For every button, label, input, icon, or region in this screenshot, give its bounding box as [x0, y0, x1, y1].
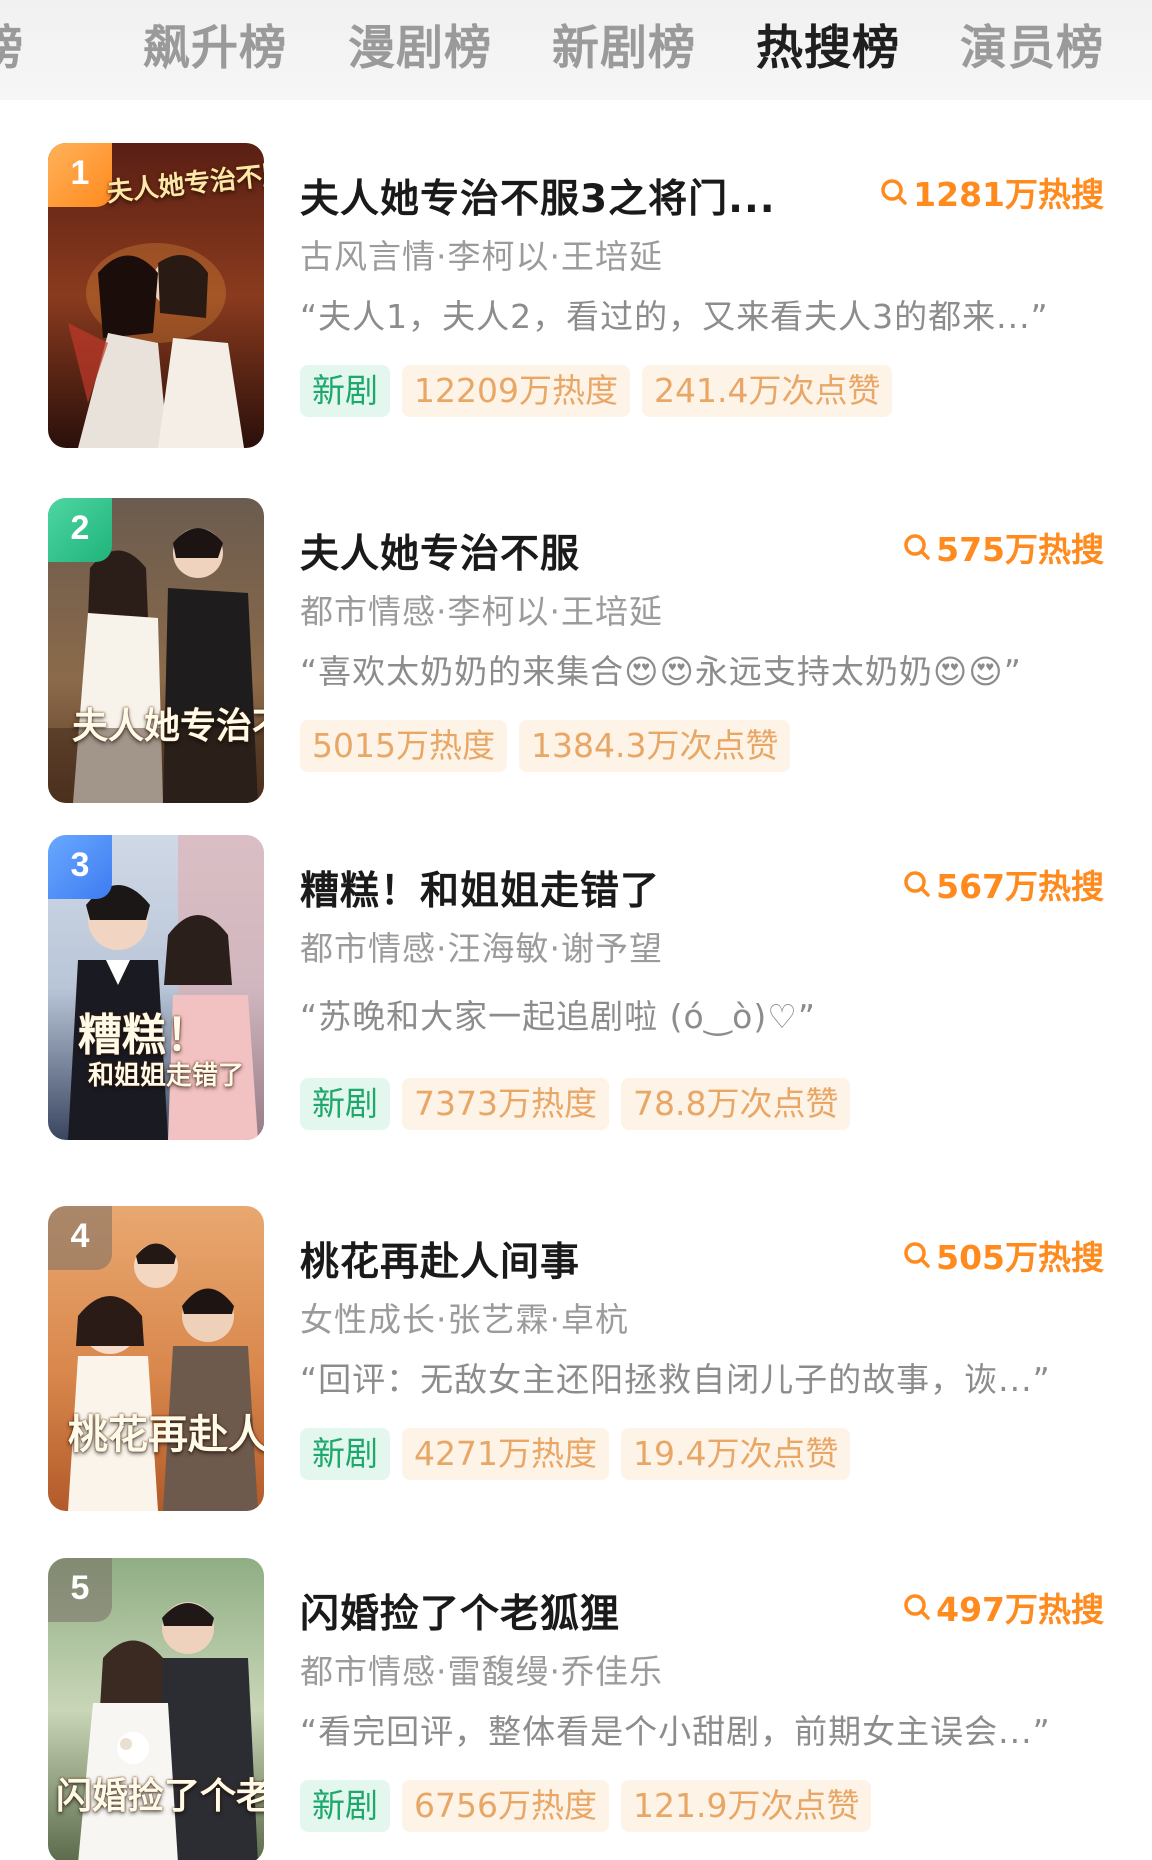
list-item[interactable]: 3 糟糕！ 和姐姐走错了 糟糕！和姐姐走错了 567万热搜 都市情感·汪海敏·谢…: [0, 832, 1152, 1152]
search-icon: [881, 179, 907, 205]
heat-tag: 5015万热度: [300, 720, 507, 772]
ranking-tabs: 播榜 飙升榜 漫剧榜 新剧榜 热搜榜 演员榜: [0, 0, 1152, 100]
tab-comic-drama[interactable]: 漫剧榜: [348, 14, 492, 84]
rank-badge: 3: [48, 835, 112, 899]
hot-search-text: 505万热搜: [936, 1238, 1104, 1277]
heat-tag: 4271万热度: [402, 1428, 609, 1480]
hot-search-count: 575万热搜: [902, 525, 1104, 569]
poster-title: 糟糕！: [78, 1010, 210, 1061]
poster-title: 闪婚捡了个老狐狸: [56, 1775, 264, 1817]
poster-title: 夫人她专治不服: [72, 705, 264, 747]
review-quote: “喜欢太奶奶的来集合😍😍永远支持太奶奶😍😍”: [300, 652, 1022, 691]
tab-hot-search[interactable]: 热搜榜: [756, 14, 900, 84]
rank-badge: 5: [48, 1558, 112, 1622]
likes-tag: 121.9万次点赞: [620, 1780, 872, 1832]
rank-badge: 4: [48, 1206, 112, 1270]
rank-badge: 2: [48, 498, 112, 562]
ranking-list: 1 夫人她专治不服3之将门捉婿 夫人她专治不服3之将门... 1281万热搜 古…: [0, 100, 1152, 1860]
drama-meta: 都市情感·雷馥缦·乔佳乐: [300, 1652, 663, 1691]
drama-title[interactable]: 桃花再赴人间事: [300, 1231, 580, 1287]
list-item[interactable]: 2 夫人她专治不服 夫人她专治不服 575万热搜 都市情感·李柯以·王培延 “喜…: [0, 495, 1152, 815]
new-drama-tag: 新剧: [300, 1780, 390, 1832]
poster-image[interactable]: 4 桃花再赴人间事: [48, 1206, 264, 1511]
list-item[interactable]: 1 夫人她专治不服3之将门捉婿 夫人她专治不服3之将门... 1281万热搜 古…: [0, 140, 1152, 460]
search-icon: [904, 534, 930, 560]
tag-row: 新剧 7373万热度 78.8万次点赞: [300, 1078, 851, 1130]
hot-search-text: 567万热搜: [936, 867, 1104, 906]
likes-tag: 78.8万次点赞: [620, 1078, 851, 1130]
poster-image[interactable]: 3 糟糕！ 和姐姐走错了: [48, 835, 264, 1140]
list-item[interactable]: 5 闪婚捡了个老狐狸 闪婚捡了个老狐狸 497万热搜 都市情感·雷馥缦·乔佳乐 …: [0, 1555, 1152, 1860]
new-drama-tag: 新剧: [300, 1078, 390, 1130]
drama-meta: 都市情感·汪海敏·谢予望: [300, 929, 663, 968]
hot-search-count: 505万热搜: [902, 1233, 1104, 1277]
drama-meta: 古风言情·李柯以·王培延: [300, 237, 663, 276]
heat-tag: 6756万热度: [402, 1780, 609, 1832]
review-quote: “看完回评，整体看是个小甜剧，前期女主误会...”: [300, 1712, 1051, 1751]
drama-title[interactable]: 闪婚捡了个老狐狸: [300, 1583, 620, 1639]
new-drama-tag: 新剧: [300, 365, 390, 417]
tag-row: 新剧 6756万热度 121.9万次点赞: [300, 1780, 872, 1832]
poster-image[interactable]: 5 闪婚捡了个老狐狸: [48, 1558, 264, 1860]
drama-title[interactable]: 糟糕！和姐姐走错了: [300, 860, 660, 916]
heat-tag: 7373万热度: [402, 1078, 609, 1130]
new-drama-tag: 新剧: [300, 1428, 390, 1480]
hot-search-text: 1281万热搜: [913, 175, 1104, 214]
likes-tag: 1384.3万次点赞: [518, 720, 791, 772]
drama-title[interactable]: 夫人她专治不服: [300, 523, 580, 579]
poster-title: 桃花再赴人间事: [68, 1411, 264, 1458]
heat-tag: 12209万热度: [402, 365, 630, 417]
search-icon: [904, 1594, 930, 1620]
drama-title[interactable]: 夫人她专治不服3之将门...: [300, 168, 776, 224]
list-item[interactable]: 4 桃花再赴人间事 桃花再赴人间事 505万热搜 女性成长·张艺霖·卓杭 “回评…: [0, 1203, 1152, 1523]
tab-new-drama[interactable]: 新剧榜: [552, 14, 696, 84]
hot-search-text: 575万热搜: [936, 530, 1104, 569]
review-quote: “夫人1，夫人2，看过的，又来看夫人3的都来...”: [300, 297, 1049, 336]
review-quote: “苏晚和大家一起追剧啦 (ó‿ò)♡”: [300, 997, 816, 1036]
tag-row: 新剧 12209万热度 241.4万次点赞: [300, 365, 893, 417]
rank-badge: 1: [48, 143, 112, 207]
poster-image[interactable]: 1 夫人她专治不服3之将门捉婿: [48, 143, 264, 448]
search-icon: [904, 871, 930, 897]
likes-tag: 241.4万次点赞: [641, 365, 893, 417]
hot-search-count: 1281万热搜: [879, 170, 1104, 214]
review-quote: “回评：无敌女主还阳拯救自闭儿子的故事，诙...”: [300, 1360, 1051, 1399]
tab-soaring[interactable]: 飙升榜: [143, 14, 287, 84]
hot-search-count: 497万热搜: [902, 1585, 1104, 1629]
drama-meta: 都市情感·李柯以·王培延: [300, 592, 663, 631]
tag-row: 新剧 4271万热度 19.4万次点赞: [300, 1428, 851, 1480]
poster-image[interactable]: 2 夫人她专治不服: [48, 498, 264, 803]
hot-search-text: 497万热搜: [936, 1590, 1104, 1629]
tab-partial[interactable]: 播榜: [0, 14, 24, 84]
ranking-page: 播榜 飙升榜 漫剧榜 新剧榜 热搜榜 演员榜: [0, 0, 1152, 1860]
drama-meta: 女性成长·张艺霖·卓杭: [300, 1300, 629, 1339]
hot-search-count: 567万热搜: [902, 862, 1104, 906]
search-icon: [904, 1242, 930, 1268]
tag-row: 5015万热度 1384.3万次点赞: [300, 720, 791, 772]
tab-actors[interactable]: 演员榜: [960, 14, 1104, 84]
poster-subtitle: 和姐姐走错了: [88, 1061, 245, 1091]
likes-tag: 19.4万次点赞: [620, 1428, 851, 1480]
